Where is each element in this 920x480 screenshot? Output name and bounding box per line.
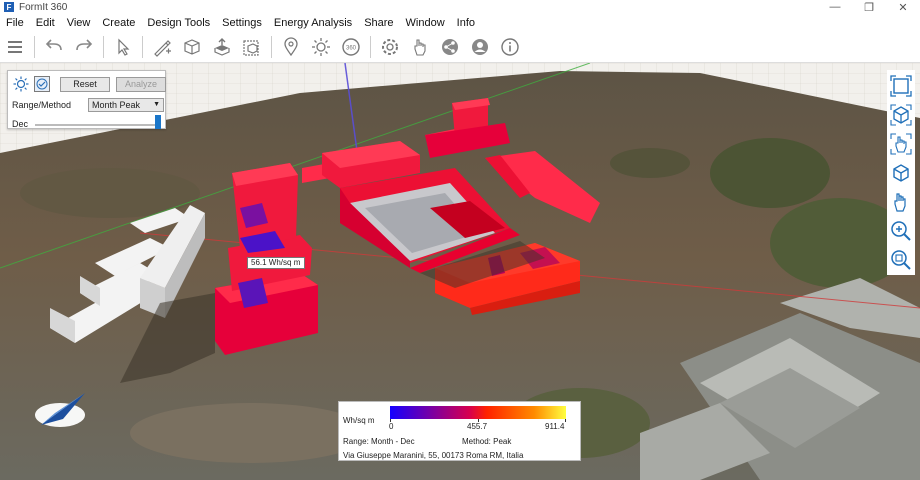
legend-max-value: 911.4 xyxy=(545,422,565,431)
menu-view[interactable]: View xyxy=(61,17,97,29)
info-icon[interactable] xyxy=(495,32,525,62)
navigation-toolbar xyxy=(887,70,915,275)
range-method-value: Month Peak xyxy=(92,100,141,110)
svg-text:360: 360 xyxy=(346,45,357,51)
compass-icon[interactable] xyxy=(33,387,93,432)
app-logo-icon: F xyxy=(4,2,14,12)
title-bar: F FormIt 360 — ❐ ✕ xyxy=(0,0,920,14)
sun-icon[interactable] xyxy=(306,32,336,62)
checkmark-icon[interactable] xyxy=(34,76,50,92)
restore-button[interactable]: ❐ xyxy=(852,0,886,14)
view-cube-icon[interactable] xyxy=(888,101,914,128)
legend-range-text: Range: Month - Dec xyxy=(343,437,415,446)
sketch-icon[interactable] xyxy=(147,32,177,62)
month-slider-label: Dec xyxy=(12,119,29,129)
toolbar-divider xyxy=(34,35,35,58)
zoom-in-icon[interactable] xyxy=(888,217,914,244)
legend-unit: Wh/sq m xyxy=(343,416,375,425)
month-slider-track[interactable] xyxy=(35,124,161,126)
perspective-icon[interactable] xyxy=(888,159,914,186)
menu-edit[interactable]: Edit xyxy=(30,17,61,29)
month-slider-thumb[interactable] xyxy=(155,115,161,129)
sun-settings-icon[interactable] xyxy=(12,75,30,93)
menu-settings[interactable]: Settings xyxy=(216,17,268,29)
toolbar-divider xyxy=(142,35,143,58)
select-icon[interactable] xyxy=(108,32,138,62)
menu-share[interactable]: Share xyxy=(358,17,399,29)
menu-info[interactable]: Info xyxy=(451,17,481,29)
view-360-icon[interactable]: 360 xyxy=(336,32,366,62)
legend-color-bar xyxy=(390,406,566,419)
menu-create[interactable]: Create xyxy=(96,17,141,29)
menu-energy-analysis[interactable]: Energy Analysis xyxy=(268,17,358,29)
legend-tick-max xyxy=(565,419,566,422)
extrude-icon[interactable] xyxy=(207,32,237,62)
menu-file[interactable]: File xyxy=(0,17,30,29)
analysis-value-tooltip: 56.1 Wh/sq m xyxy=(247,257,305,269)
undo-icon[interactable] xyxy=(39,32,69,62)
settings-icon[interactable] xyxy=(375,32,405,62)
zoom-extents-icon[interactable] xyxy=(888,72,914,99)
zoom-region-icon[interactable] xyxy=(888,246,914,273)
toolbar-divider xyxy=(271,35,272,58)
analysis-panel-toolbar: Reset Analyze xyxy=(12,75,166,93)
range-method-select[interactable]: Month Peak ▼ xyxy=(88,98,164,112)
range-method-label: Range/Method xyxy=(12,100,72,110)
legend-method-text: Method: Peak xyxy=(462,437,512,446)
box-icon[interactable] xyxy=(177,32,207,62)
legend-min-value: 0 xyxy=(389,422,394,431)
redo-icon[interactable] xyxy=(69,32,99,62)
layers-icon[interactable] xyxy=(0,32,30,62)
location-icon[interactable] xyxy=(276,32,306,62)
minimize-button[interactable]: — xyxy=(818,0,852,14)
menu-window[interactable]: Window xyxy=(400,17,451,29)
reset-button[interactable]: Reset xyxy=(60,76,110,92)
menu-bar: File Edit View Create Design Tools Setti… xyxy=(0,14,920,31)
profile-icon[interactable] xyxy=(465,32,495,62)
main-toolbar: 360 xyxy=(0,31,920,63)
analysis-legend: Wh/sq m 0 455.7 911.4 Range: Month - Dec… xyxy=(338,401,581,461)
menu-design-tools[interactable]: Design Tools xyxy=(141,17,216,29)
analyze-button[interactable]: Analyze xyxy=(116,76,166,92)
dropdown-arrow-icon: ▼ xyxy=(153,101,160,108)
legend-mid-value: 455.7 xyxy=(467,422,488,431)
window-title: FormIt 360 xyxy=(19,1,68,13)
pan-hand-icon[interactable] xyxy=(405,32,435,62)
group-icon[interactable] xyxy=(237,32,267,62)
window-controls: — ❐ ✕ xyxy=(818,0,920,14)
close-button[interactable]: ✕ xyxy=(886,0,920,14)
pan-icon[interactable] xyxy=(888,188,914,215)
toolbar-divider xyxy=(103,35,104,58)
location-address: Via Giuseppe Maranini, 55, 00173 Roma RM… xyxy=(343,451,524,460)
share-icon[interactable] xyxy=(435,32,465,62)
toolbar-divider xyxy=(370,35,371,58)
energy-analysis-panel: Reset Analyze Range/Method Month Peak ▼ … xyxy=(7,70,166,129)
orbit-icon[interactable] xyxy=(888,130,914,157)
